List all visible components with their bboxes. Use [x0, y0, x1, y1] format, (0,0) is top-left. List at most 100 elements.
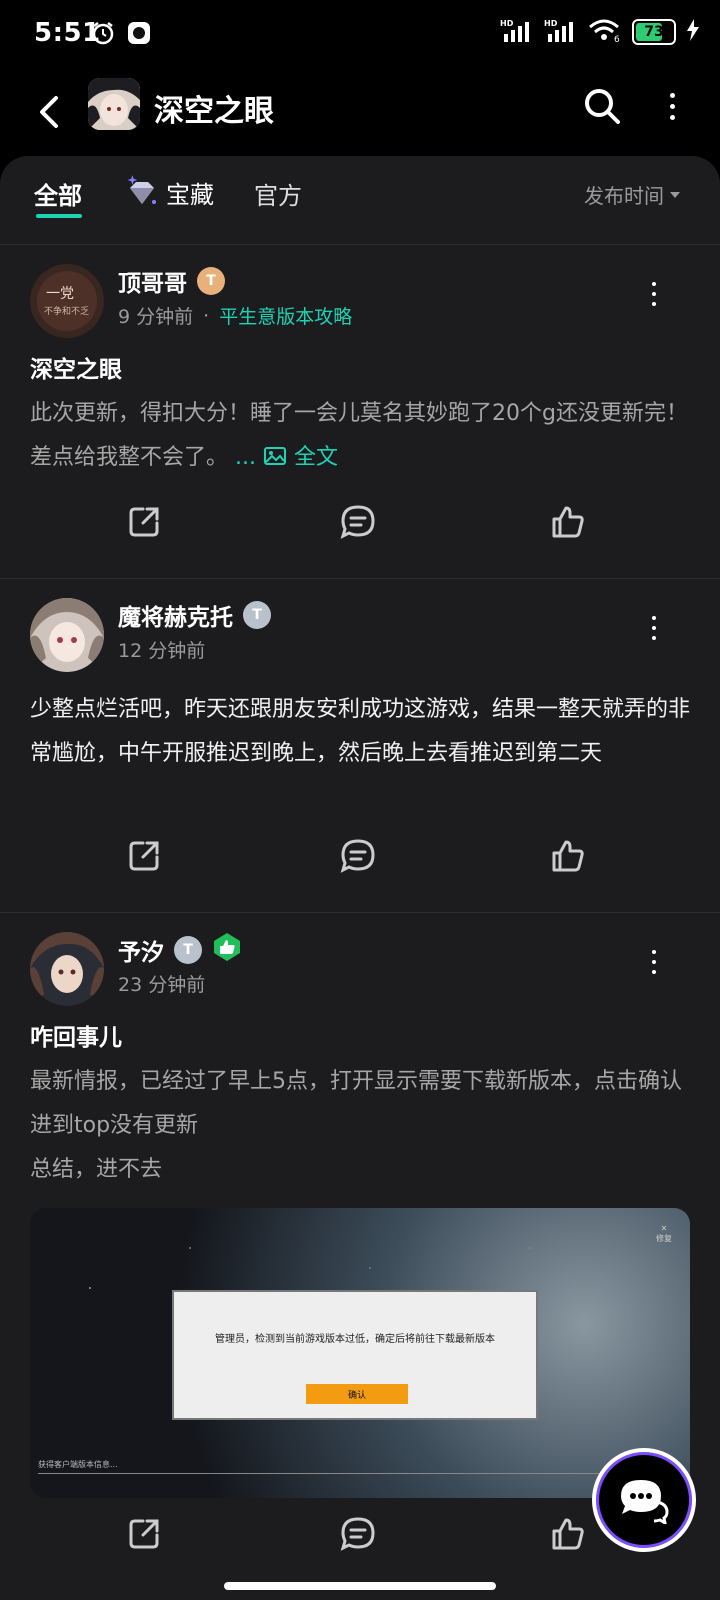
wifi-icon: 6 — [588, 18, 622, 46]
post-body-line: 最新情报，已经过了早上5点，打开显示需要下载新版本，点击确认进到top没有更新 — [30, 1069, 682, 1138]
share-icon — [129, 1519, 159, 1549]
post-card[interactable]: 一党不争和不乏 顶哥哥 T 9 分钟前 · 平生意版本攻略 深空之眼 此次更新，… — [0, 244, 720, 578]
comment-icon — [340, 505, 375, 539]
post-image[interactable]: ✕ 修复 管理员，检测到当前游戏版本过低，确定后将前往下载最新版本 确认 获得客户… — [30, 1208, 690, 1498]
post-card[interactable]: 魔将赫克托 T 12 分钟前 少整点烂活吧，昨天还跟朋友安利成功这游戏，结果一整… — [0, 578, 720, 912]
post-time: 12 分钟前 — [118, 640, 206, 662]
game-update-dialog: 管理员，检测到当前游戏版本过低，确定后将前往下载最新版本 确认 — [172, 1290, 538, 1420]
avatar[interactable] — [30, 932, 104, 1006]
more-vertical-icon — [652, 950, 656, 974]
post-meta: 9 分钟前 · 平生意版本攻略 — [118, 302, 352, 329]
tab-official[interactable]: 官方 — [254, 176, 302, 211]
tab-active-indicator — [36, 214, 82, 218]
image-icon — [264, 447, 286, 465]
tab-all[interactable]: 全部 — [34, 176, 82, 211]
like-button[interactable] — [540, 1506, 596, 1562]
level-text: T — [183, 942, 193, 958]
sort-label: 发布时间 — [584, 184, 664, 208]
full-text-link[interactable]: 全文 — [263, 445, 338, 470]
full-text-label: 全文 — [294, 445, 339, 470]
comment-icon — [340, 1517, 375, 1551]
svg-text:一党: 一党 — [46, 286, 74, 302]
game-icon[interactable] — [88, 78, 140, 130]
post-title[interactable]: 咋回事儿 — [30, 1018, 122, 1052]
author-label: 顶哥哥 — [118, 271, 187, 297]
share-icon — [129, 507, 159, 537]
share-button[interactable] — [116, 828, 172, 884]
author-name[interactable]: 予汐 T — [118, 932, 242, 968]
more-vertical-icon — [669, 92, 675, 120]
dialog-confirm-button: 确认 — [306, 1384, 408, 1404]
meta-separator: · — [203, 304, 210, 327]
post-actions — [0, 494, 720, 550]
level-badge-icon: T — [174, 936, 202, 964]
avatar[interactable]: 一党 不争和不乏 — [30, 264, 104, 338]
repair-icon: ✕ 修复 — [656, 1224, 672, 1243]
alarm-icon — [90, 20, 116, 50]
svg-text:HD: HD — [544, 19, 558, 28]
home-indicator[interactable] — [224, 1582, 496, 1590]
thumbs-up-icon — [552, 840, 584, 872]
thumbs-up-icon — [552, 1518, 584, 1550]
sort-dropdown[interactable]: 发布时间 — [584, 180, 680, 209]
tab-treasure-label: 宝藏 — [166, 180, 214, 209]
post-actions — [0, 828, 720, 884]
search-button[interactable] — [578, 82, 626, 130]
dialog-message: 管理员，检测到当前游戏版本过低，确定后将前往下载最新版本 — [215, 1334, 495, 1345]
level-text: T — [206, 273, 216, 289]
share-icon — [129, 841, 159, 871]
post-more-button[interactable] — [640, 608, 668, 648]
header: 深空之眼 — [0, 70, 720, 154]
author-name[interactable]: 魔将赫克托 T — [118, 598, 271, 632]
diamond-icon — [127, 175, 156, 204]
post-meta: 23 分钟前 — [118, 970, 205, 997]
like-button[interactable] — [540, 828, 596, 884]
post-body[interactable]: 少整点烂活吧，昨天还跟朋友安利成功这游戏，结果一整天就弄的非常尴尬，中午开服推迟… — [30, 688, 690, 776]
more-vertical-icon — [652, 616, 656, 640]
post-title[interactable]: 深空之眼 — [30, 350, 122, 384]
post-body-line: 总结，进不去 — [30, 1157, 163, 1182]
back-button[interactable] — [26, 88, 74, 136]
svg-text:不争和不乏: 不争和不乏 — [44, 305, 89, 317]
ellipsis: ... — [235, 445, 256, 470]
back-arrow-icon — [40, 96, 58, 128]
post-more-button[interactable] — [640, 942, 668, 982]
comment-button[interactable] — [330, 1506, 386, 1562]
post-body[interactable]: 最新情报，已经过了早上5点，打开显示需要下载新版本，点击确认进到top没有更新 … — [30, 1060, 690, 1192]
thumbs-up-icon — [552, 506, 584, 538]
post-body-text: 此次更新，得扣大分！睡了一会儿莫名其妙跑了20个g还没更新完！差点给我整不会了。 — [30, 401, 688, 470]
level-badge-icon: T — [243, 601, 271, 629]
comment-button[interactable] — [330, 494, 386, 550]
filter-tabs: 全部 宝藏 官方 发布时间 — [0, 156, 720, 242]
cell-signal-2-icon: HD — [544, 18, 578, 46]
avatar[interactable] — [30, 598, 104, 672]
tab-treasure[interactable]: 宝藏 — [124, 174, 214, 210]
loading-text: 获得客户端版本信息... — [38, 1460, 118, 1469]
cell-signal-icon: HD — [500, 18, 534, 46]
author-label: 予汐 — [118, 940, 164, 966]
more-menu-button[interactable] — [650, 84, 694, 128]
charging-icon — [686, 19, 700, 45]
more-vertical-icon — [652, 282, 656, 306]
svg-text:6: 6 — [614, 35, 620, 42]
floating-chat-button[interactable] — [592, 1448, 696, 1552]
author-label: 魔将赫克托 — [118, 605, 233, 631]
post-more-button[interactable] — [640, 274, 668, 314]
like-button[interactable] — [540, 494, 596, 550]
status-bar: 5:51 HD HD 6 73 — [0, 0, 720, 70]
level-badge-icon: T — [197, 267, 225, 295]
post-body[interactable]: 此次更新，得扣大分！睡了一会儿莫名其妙跑了20个g还没更新完！差点给我整不会了。… — [30, 392, 690, 480]
search-icon — [585, 89, 620, 124]
comment-button[interactable] — [330, 828, 386, 884]
post-meta: 12 分钟前 — [118, 636, 205, 663]
svg-text:HD: HD — [500, 19, 514, 28]
share-button[interactable] — [116, 1506, 172, 1562]
notification-app-icon — [126, 20, 152, 50]
post-time: 9 分钟前 — [118, 306, 194, 328]
author-name[interactable]: 顶哥哥 T — [118, 264, 225, 298]
battery-level: 73 — [644, 24, 664, 40]
post-time: 23 分钟前 — [118, 974, 206, 996]
topic-link[interactable]: 平生意版本攻略 — [219, 302, 352, 329]
chat-bubble-icon — [621, 1480, 669, 1524]
share-button[interactable] — [116, 494, 172, 550]
